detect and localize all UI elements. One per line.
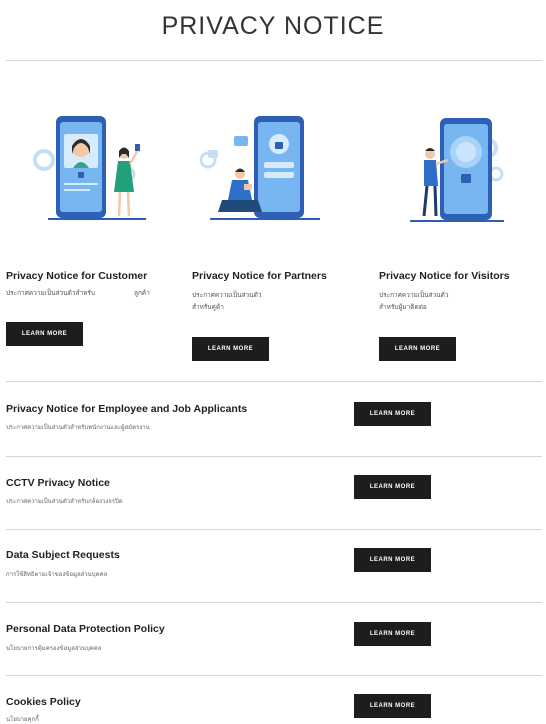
learn-more-cookies-button[interactable]: LEARN MORE — [354, 694, 431, 718]
learn-more-cctv-button[interactable]: LEARN MORE — [354, 475, 431, 499]
row-desc-pdpa: นโยบายการคุ้มครองข้อมูลส่วนบุคคล — [6, 646, 102, 652]
row-title-employee: Privacy Notice for Employee and Job Appl… — [6, 403, 248, 415]
card-title-customer: Privacy Notice for Customer — [6, 270, 148, 282]
divider — [6, 456, 542, 457]
page-title: PRIVACY NOTICE — [161, 12, 385, 40]
card-desc-visitors: ประกาศความเป็นส่วนตัว — [379, 292, 449, 299]
card-partners — [199, 88, 370, 233]
card-desc-partners-2: สำหรับคู่ค้า — [192, 304, 224, 311]
card-desc-visitors-2: สำหรับผู้มาติดต่อ — [379, 304, 427, 311]
card-customer — [28, 88, 198, 233]
card-desc-customer-extra: ลูกค้า — [134, 290, 150, 297]
divider — [6, 381, 542, 382]
card-desc-customer: ประกาศความเป็นส่วนตัวสำหรับ — [6, 290, 95, 297]
visitors-illustration-icon — [410, 118, 504, 222]
card-desc-partners: ประกาศความเป็นส่วนตัว — [192, 292, 262, 299]
partners-illustration-icon — [199, 116, 320, 220]
learn-more-pdpa-button[interactable]: LEARN MORE — [354, 622, 431, 646]
learn-more-customer-button[interactable]: LEARN MORE — [6, 322, 83, 346]
learn-more-visitors-button[interactable]: LEARN MORE — [379, 337, 456, 361]
row-desc-employee: ประกาศความเป็นส่วนตัวสำหรับพนักงานและผู้… — [6, 425, 150, 431]
card-title-partners: Privacy Notice for Partners — [192, 270, 327, 282]
learn-more-partners-button[interactable]: LEARN MORE — [192, 337, 269, 361]
row-desc-cookies: นโยบายคุกกี้ — [6, 717, 39, 723]
row-title-cctv: CCTV Privacy Notice — [6, 477, 110, 489]
row-title-cookies: Cookies Policy — [6, 696, 81, 708]
card-visitors — [384, 88, 546, 233]
divider — [6, 60, 542, 61]
row-title-dsr: Data Subject Requests — [6, 549, 120, 561]
row-desc-dsr: การใช้สิทธิตามเจ้าของข้อมูลส่วนบุคคล — [6, 572, 108, 578]
row-title-pdpa: Personal Data Protection Policy — [6, 623, 165, 635]
learn-more-dsr-button[interactable]: LEARN MORE — [354, 548, 431, 572]
divider — [6, 602, 542, 603]
divider — [6, 529, 542, 530]
learn-more-employee-button[interactable]: LEARN MORE — [354, 402, 431, 426]
customer-illustration-icon — [33, 116, 146, 220]
row-desc-cctv: ประกาศความเป็นส่วนตัวสำหรับกล้องวงจรปิด — [6, 499, 123, 505]
divider — [6, 675, 542, 676]
card-title-visitors: Privacy Notice for Visitors — [379, 270, 510, 282]
